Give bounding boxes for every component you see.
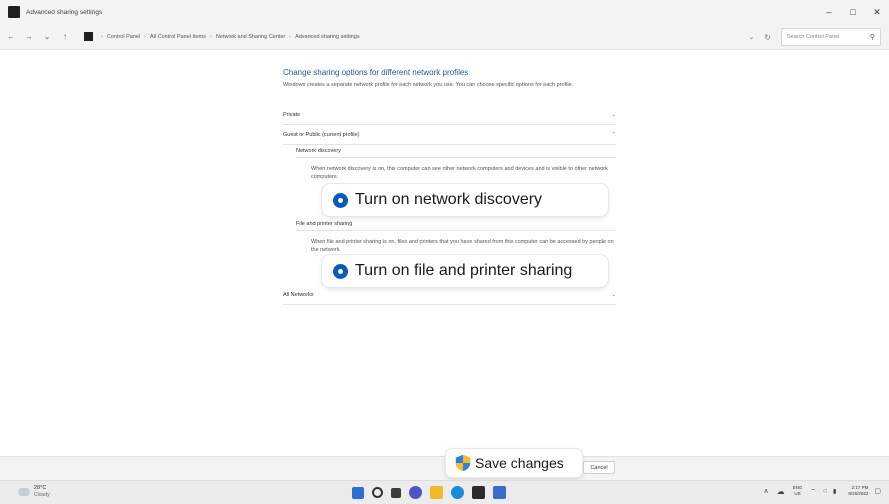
address-tools: ⌄ ↻ Search Control Panel ⚲ (748, 28, 881, 46)
divider (283, 144, 616, 145)
save-changes-label: Save changes (475, 455, 564, 471)
address-bar: ← → ⌄ ↑ › Control Panel › All Control Pa… (0, 24, 889, 50)
section-all-networks-label: All Networks (283, 292, 314, 298)
search-placeholder: Search Control Panel (787, 34, 840, 40)
chat-icon[interactable] (409, 486, 422, 499)
title-bar: Advanced sharing settings – □ ✕ (0, 0, 889, 24)
control-panel-icon (84, 32, 93, 41)
start-icon[interactable] (352, 486, 364, 499)
chevron-down-icon[interactable]: ⌄ (611, 292, 616, 298)
chevron-down-icon[interactable]: ⌄ (611, 112, 616, 118)
weather-temperature: 28°C (34, 485, 47, 491)
file-printer-sharing-description: When file and printer sharing is on, fil… (311, 239, 614, 253)
weather-widget[interactable]: 28°C Cloudy (18, 485, 50, 499)
address-dropdown-icon[interactable]: ⌄ (748, 33, 754, 41)
breadcrumb-advanced-sharing[interactable]: Advanced sharing settings (295, 34, 360, 40)
main-content: Change sharing options for different net… (0, 51, 889, 456)
control-panel-taskbar-icon[interactable] (493, 486, 506, 499)
network-discovery-description: When network discovery is on, this compu… (311, 166, 608, 180)
show-hidden-icons-icon[interactable]: ∧ (764, 487, 769, 495)
divider (296, 230, 616, 231)
section-private-label: Private (283, 112, 301, 118)
region-code: US (794, 491, 801, 496)
file-printer-sharing-option-label: Turn on file and printer sharing (355, 262, 573, 279)
close-button[interactable]: ✕ (865, 0, 889, 24)
edge-browser-icon[interactable] (451, 486, 464, 499)
divider (283, 124, 616, 125)
breadcrumb-separator: › (289, 33, 292, 40)
page-title: Change sharing options for different net… (283, 68, 469, 77)
file-printer-sharing-label: File and printer sharing (296, 221, 353, 227)
notification-icon[interactable]: ▢ (874, 487, 881, 495)
breadcrumb-control-panel[interactable]: Control Panel (107, 34, 140, 40)
breadcrumb: › Control Panel › All Control Panel Item… (84, 28, 360, 46)
divider (283, 304, 616, 305)
store-icon[interactable] (472, 486, 485, 499)
forward-arrow-icon[interactable]: → (22, 32, 36, 41)
radio-selected-icon[interactable] (333, 263, 348, 279)
back-arrow-icon[interactable]: ← (4, 32, 18, 41)
radio-selected-icon[interactable] (333, 192, 348, 208)
cancel-button[interactable]: Cancel (583, 461, 615, 474)
weather-condition: Cloudy (34, 492, 50, 498)
taskbar-apps (352, 486, 514, 499)
window-title: Advanced sharing settings (26, 8, 103, 16)
breadcrumb-all-items[interactable]: All Control Panel Items (150, 34, 206, 40)
save-changes-button[interactable]: Save changes (446, 449, 582, 477)
divider (296, 157, 616, 158)
file-printer-sharing-on-radio[interactable]: Turn on file and printer sharing (322, 255, 608, 287)
search-icon[interactable] (372, 487, 383, 498)
refresh-icon[interactable]: ↻ (764, 33, 771, 42)
cloud-icon (18, 488, 30, 496)
file-explorer-icon[interactable] (430, 486, 443, 499)
network-volume-battery-icons[interactable]: ⌔ ◁ ▮ (810, 487, 838, 495)
recent-locations-icon[interactable]: ⌄ (40, 32, 54, 41)
window-controls: – □ ✕ (817, 0, 889, 24)
clock-date: 8/26/2022 (848, 491, 869, 496)
up-arrow-icon[interactable]: ↑ (58, 32, 72, 41)
weather-text: 28°C Cloudy (34, 485, 50, 499)
minimize-button[interactable]: – (817, 0, 841, 24)
control-panel-icon (8, 6, 20, 18)
section-all-networks[interactable]: All Networks ⌄ (283, 292, 616, 298)
breadcrumb-separator: › (144, 33, 147, 40)
system-tray: ∧ ☁ ENG US ⌔ ◁ ▮ 2:17 PM 8/26/2022 ▢ (764, 485, 881, 497)
chevron-up-icon[interactable]: ⌃ (611, 132, 616, 138)
breadcrumb-separator: › (209, 33, 212, 40)
section-guest-public-label: Guest or Public (current profile) (283, 132, 360, 138)
network-discovery-option-label: Turn on network discovery (355, 191, 543, 208)
sharing-panel-header: Change sharing options for different net… (283, 68, 616, 89)
page-description: Windows creates a separate network profi… (283, 82, 574, 88)
clock[interactable]: 2:17 PM 8/26/2022 (848, 485, 868, 497)
search-input[interactable]: Search Control Panel ⚲ (781, 28, 881, 46)
section-guest-public[interactable]: Guest or Public (current profile) ⌃ (283, 132, 616, 138)
task-view-icon[interactable] (391, 487, 401, 498)
network-discovery-label: Network discovery (296, 148, 341, 154)
section-private[interactable]: Private ⌄ (283, 112, 616, 118)
language-indicator[interactable]: ENG US (793, 485, 803, 497)
maximize-button[interactable]: □ (841, 0, 865, 24)
breadcrumb-separator: › (101, 33, 103, 40)
action-bar (0, 456, 889, 480)
network-discovery-on-radio[interactable]: Turn on network discovery (322, 184, 608, 216)
taskbar: 28°C Cloudy ∧ ☁ ENG US ⌔ ◁ ▮ 2:17 PM 8/2… (0, 480, 889, 504)
onedrive-icon[interactable]: ☁ (777, 487, 785, 496)
uac-shield-icon (455, 454, 471, 472)
search-icon[interactable]: ⚲ (870, 33, 875, 41)
breadcrumb-network-sharing-center[interactable]: Network and Sharing Center (216, 34, 285, 40)
